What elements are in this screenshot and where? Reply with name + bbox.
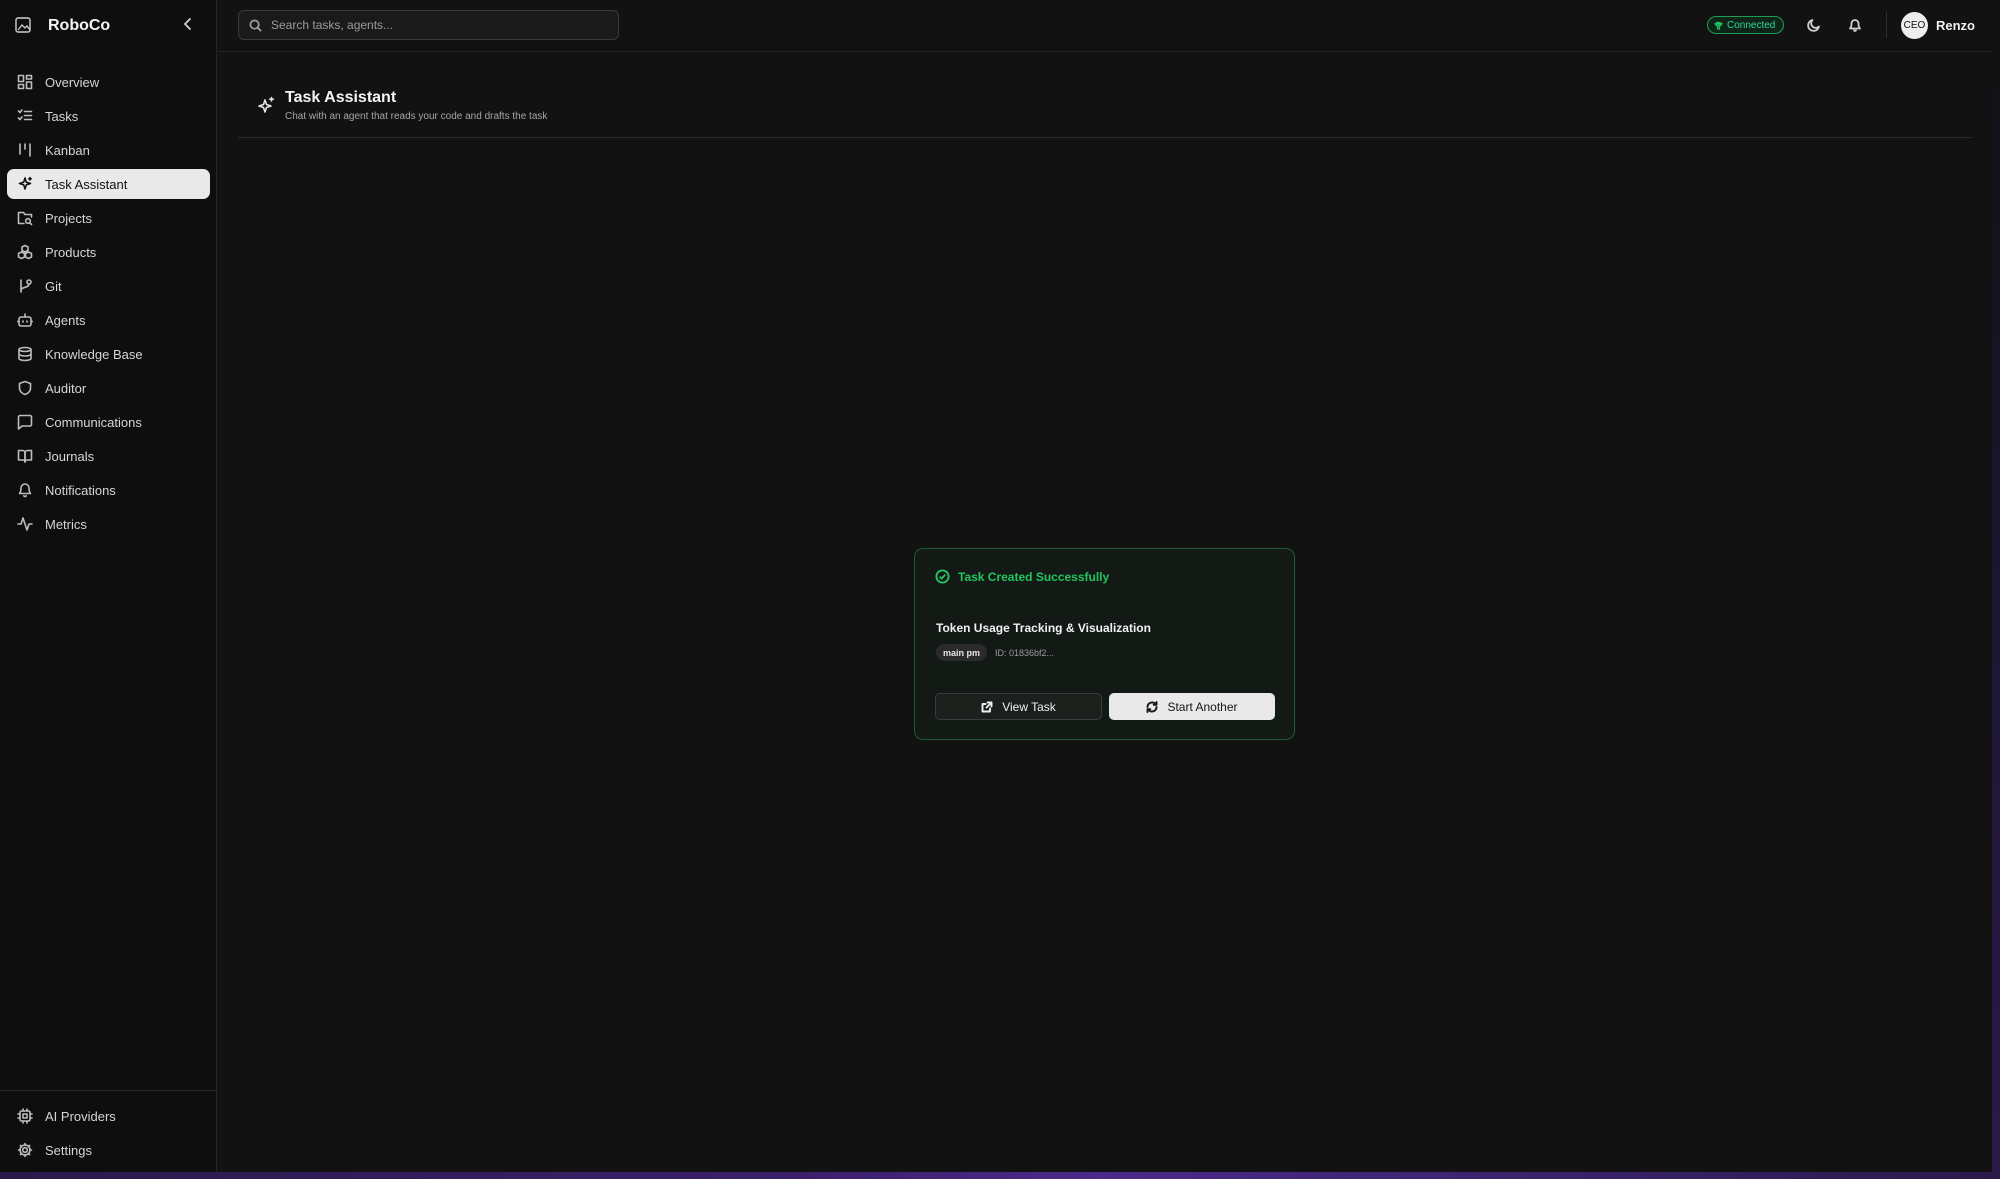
sidebar-item-products[interactable]: Products [7,237,210,267]
sidebar-item-label: Agents [45,312,86,328]
search-box[interactable] [238,10,619,40]
task-id: ID: 01836bf2... [995,647,1055,658]
sparkles-icon [17,176,33,192]
sidebar-item-ai-providers[interactable]: AI Providers [7,1101,210,1131]
sparkles-icon [257,96,275,114]
main-nav: Overview Tasks Kanban Task Assistant Pro… [7,67,210,543]
sidebar-item-label: Task Assistant [45,176,128,192]
chevron-left-icon [184,18,191,30]
database-icon [17,346,33,362]
window-edge [1992,0,2000,1172]
app-window: RoboCo Overview Tasks Kanban Task Assist… [0,0,2000,1172]
boxes-icon [17,244,33,260]
cpu-icon [17,1108,33,1124]
brand[interactable]: RoboCo [14,14,110,38]
message-square-icon [17,414,33,430]
view-task-button[interactable]: View Task [935,693,1102,720]
sidebar-item-label: Overview [45,74,100,90]
task-title: Token Usage Tracking & Visualization [936,621,1151,635]
task-meta: main pm ID: 01836bf2... [936,644,1054,661]
activity-icon [17,516,33,532]
page-subtitle: Chat with an agent that reads your code … [285,111,548,122]
sidebar-item-label: Settings [45,1142,92,1158]
avatar: CEO [1901,12,1928,39]
check-circle-icon [935,569,950,584]
sidebar-item-auditor[interactable]: Auditor [7,373,210,403]
sidebar-item-label: Metrics [45,516,87,532]
sidebar-footer: AI Providers Settings [0,1090,216,1172]
sidebar-item-agents[interactable]: Agents [7,305,210,335]
moon-icon [1807,19,1820,32]
shield-icon [17,380,33,396]
kanban-icon [17,142,33,158]
success-heading: Task Created Successfully [958,569,1110,584]
bell-icon [17,482,33,498]
window-bottom-edge [0,1172,2000,1179]
sidebar-item-knowledge-base[interactable]: Knowledge Base [7,339,210,369]
sidebar-item-kanban[interactable]: Kanban [7,135,210,165]
theme-toggle-button[interactable] [1805,16,1823,34]
sidebar-item-label: Tasks [45,108,79,124]
sidebar-item-settings[interactable]: Settings [7,1135,210,1165]
sidebar-item-journals[interactable]: Journals [7,441,210,471]
user-name: Renzo [1936,18,1975,33]
sidebar-item-label: Communications [45,414,142,430]
sidebar-item-metrics[interactable]: Metrics [7,509,210,539]
project-badge: main pm [936,644,988,661]
connection-status-badge: Connected [1707,16,1785,34]
sidebar-item-label: Products [45,244,97,260]
footer-nav: AI Providers Settings [7,1101,210,1169]
topbar-divider [1886,12,1887,38]
sidebar-item-label: AI Providers [45,1108,116,1124]
collapse-sidebar-button[interactable] [180,15,196,33]
sidebar-item-label: Journals [45,448,95,464]
sidebar-item-label: Knowledge Base [45,346,143,362]
external-link-icon [981,701,993,712]
sidebar-item-label: Git [45,278,62,294]
sidebar-item-overview[interactable]: Overview [7,67,210,97]
sidebar-item-label: Projects [45,210,92,226]
user-menu[interactable]: CEO Renzo [1901,12,1975,39]
search-input[interactable] [271,18,601,32]
bot-icon [17,312,33,328]
sidebar-item-communications[interactable]: Communications [7,407,210,437]
sidebar-item-notifications[interactable]: Notifications [7,475,210,505]
gear-icon [17,1142,33,1158]
connection-status-label: Connected [1727,19,1776,31]
top-bar: Connected CEO Renzo [218,0,2000,52]
bell-icon [1849,19,1861,32]
git-branch-icon [17,278,33,294]
page-header: Task Assistant Chat with an agent that r… [238,86,1972,138]
book-open-icon [17,448,33,464]
notifications-button[interactable] [1846,16,1864,34]
start-another-label: Start Another [1167,699,1238,714]
app-name: RoboCo [48,17,111,34]
sidebar-item-tasks[interactable]: Tasks [7,101,210,131]
sidebar: RoboCo Overview Tasks Kanban Task Assist… [0,0,217,1172]
folder-search-icon [17,210,33,226]
list-checks-icon [17,108,33,124]
sidebar-item-projects[interactable]: Projects [7,203,210,233]
page-title: Task Assistant [285,89,397,106]
task-created-card: Task Created Successfully Token Usage Tr… [914,548,1295,740]
broken-image-icon [15,17,31,33]
dashboard-icon [17,74,33,90]
sidebar-item-git[interactable]: Git [7,271,210,301]
refresh-icon [1147,700,1158,713]
sidebar-item-label: Notifications [45,482,116,498]
sidebar-item-label: Kanban [45,142,90,158]
wifi-icon [1714,21,1723,30]
search-icon [249,18,262,32]
view-task-label: View Task [1002,699,1056,714]
success-header: Task Created Successfully [935,569,1109,584]
sidebar-item-label: Auditor [45,380,87,396]
sidebar-item-task-assistant[interactable]: Task Assistant [7,169,210,199]
start-another-button[interactable]: Start Another [1109,693,1275,720]
